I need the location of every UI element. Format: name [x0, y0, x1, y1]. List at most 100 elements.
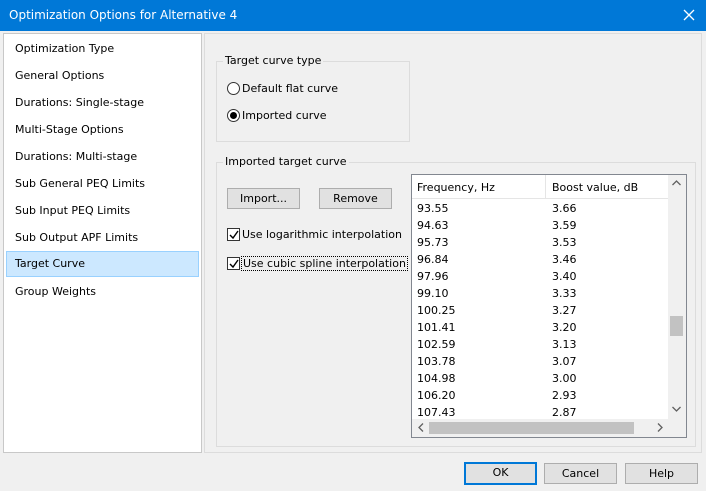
boost-cell: 3.27	[552, 304, 577, 317]
sidebar-item-sub-output-apf-limits[interactable]: Sub Output APF Limits	[6, 225, 199, 251]
radio-unchecked-icon	[227, 82, 240, 95]
table-row[interactable]: 102.59 3.13	[412, 336, 668, 353]
group-legend: Imported target curve	[223, 155, 349, 168]
table-row[interactable]: 104.98 3.00	[412, 370, 668, 387]
radio-label: Default flat curve	[242, 82, 338, 95]
column-header-boost[interactable]: Boost value, dB	[552, 181, 638, 194]
sidebar-item-label: Target Curve	[15, 257, 85, 270]
target-curve-table[interactable]: Frequency, Hz Boost value, dB 93.55 3.66 …	[411, 174, 687, 438]
default-flat-curve-radio[interactable]: Default flat curve	[227, 81, 397, 97]
frequency-cell: 97.96	[417, 270, 449, 283]
frequency-cell: 93.55	[417, 202, 449, 215]
frequency-cell: 101.41	[417, 321, 456, 334]
sidebar-item-multi-stage-options[interactable]: Multi-Stage Options	[6, 117, 199, 143]
table-row[interactable]: 107.43 2.87	[412, 404, 668, 417]
frequency-cell: 94.63	[417, 219, 449, 232]
table-body: 93.55 3.66 94.63 3.59 95.73 3.53 96.84 3.46 …	[412, 200, 668, 417]
frequency-cell: 96.84	[417, 253, 449, 266]
scrollbar-corner	[668, 419, 686, 437]
scroll-down-button[interactable]	[668, 401, 685, 418]
sidebar-item-label: Sub General PEQ Limits	[15, 177, 146, 190]
cancel-button-label: Cancel	[561, 467, 600, 480]
frequency-cell: 102.59	[417, 338, 456, 351]
chevron-up-icon	[672, 180, 681, 186]
remove-button[interactable]: Remove	[319, 188, 392, 209]
radio-label: Imported curve	[242, 109, 327, 122]
table-row[interactable]: 94.63 3.59	[412, 217, 668, 234]
boost-cell: 3.59	[552, 219, 577, 232]
import-button-label: Import...	[240, 192, 287, 205]
sidebar-item-sub-general-peq-limits[interactable]: Sub General PEQ Limits	[6, 171, 199, 197]
frequency-cell: 99.10	[417, 287, 449, 300]
cubic-spline-interpolation-checkbox[interactable]: Use cubic spline interpolation	[227, 256, 408, 273]
boost-cell: 3.33	[552, 287, 577, 300]
table-row[interactable]: 103.78 3.07	[412, 353, 668, 370]
boost-cell: 2.87	[552, 406, 577, 417]
horizontal-scroll-thumb[interactable]	[429, 422, 634, 434]
horizontal-scrollbar[interactable]	[412, 419, 668, 437]
ok-button[interactable]: OK	[464, 462, 537, 485]
sidebar-item-target-curve[interactable]: Target Curve	[6, 251, 199, 277]
frequency-cell: 95.73	[417, 236, 449, 249]
table-row[interactable]: 106.20 2.93	[412, 387, 668, 404]
boost-cell: 3.53	[552, 236, 577, 249]
vertical-scrollbar[interactable]	[668, 175, 686, 419]
frequency-cell: 104.98	[417, 372, 456, 385]
vertical-scroll-thumb[interactable]	[670, 316, 683, 336]
sidebar-item-durations-single-stage[interactable]: Durations: Single-stage	[6, 90, 199, 116]
close-button[interactable]	[672, 0, 706, 31]
checkbox-label: Use logarithmic interpolation	[242, 228, 402, 241]
boost-cell: 3.00	[552, 372, 577, 385]
radio-checked-icon	[227, 109, 240, 122]
table-row[interactable]: 96.84 3.46	[412, 251, 668, 268]
help-button[interactable]: Help	[625, 463, 698, 484]
table-header: Frequency, Hz Boost value, dB	[412, 175, 668, 199]
options-sidebar: Optimization Type General Options Durati…	[3, 33, 202, 453]
group-legend: Target curve type	[223, 54, 324, 67]
sidebar-item-label: Multi-Stage Options	[15, 123, 124, 136]
sidebar-item-label: Group Weights	[15, 285, 97, 298]
sidebar-item-label: Sub Output APF Limits	[15, 231, 139, 244]
boost-cell: 3.13	[552, 338, 577, 351]
boost-cell: 3.07	[552, 355, 577, 368]
window-title: Optimization Options for Alternative 4	[9, 8, 238, 22]
frequency-cell: 100.25	[417, 304, 456, 317]
table-row[interactable]: 100.25 3.27	[412, 302, 668, 319]
cancel-button[interactable]: Cancel	[544, 463, 617, 484]
table-row[interactable]: 99.10 3.33	[412, 285, 668, 302]
table-row[interactable]: 95.73 3.53	[412, 234, 668, 251]
table-row[interactable]: 93.55 3.66	[412, 200, 668, 217]
chevron-right-icon	[657, 423, 663, 432]
sidebar-item-label: Durations: Single-stage	[15, 96, 145, 109]
chevron-down-icon	[672, 406, 681, 412]
table-row[interactable]: 97.96 3.40	[412, 268, 668, 285]
frequency-cell: 106.20	[417, 389, 456, 402]
scroll-left-button[interactable]	[412, 419, 429, 436]
sidebar-item-label: Durations: Multi-stage	[15, 150, 138, 163]
sidebar-item-sub-input-peq-limits[interactable]: Sub Input PEQ Limits	[6, 198, 199, 224]
boost-cell: 2.93	[552, 389, 577, 402]
sidebar-item-optimization-type[interactable]: Optimization Type	[6, 36, 199, 62]
checkbox-label: Use cubic spline interpolation	[241, 256, 408, 271]
sidebar-item-label: General Options	[15, 69, 105, 82]
boost-cell: 3.20	[552, 321, 577, 334]
sidebar-item-durations-multi-stage[interactable]: Durations: Multi-stage	[6, 144, 199, 170]
target-curve-panel: Target curve type Default flat curve Imp…	[204, 33, 702, 453]
import-button[interactable]: Import...	[227, 188, 300, 209]
column-header-frequency[interactable]: Frequency, Hz	[417, 181, 495, 194]
help-button-label: Help	[648, 467, 675, 480]
logarithmic-interpolation-checkbox[interactable]: Use logarithmic interpolation	[227, 227, 402, 244]
checkbox-checked-icon	[227, 228, 240, 241]
sidebar-item-general-options[interactable]: General Options	[6, 63, 199, 89]
scroll-right-button[interactable]	[651, 419, 668, 436]
frequency-cell: 103.78	[417, 355, 456, 368]
sidebar-item-group-weights[interactable]: Group Weights	[6, 279, 199, 305]
scroll-up-button[interactable]	[668, 175, 685, 192]
imported-curve-radio[interactable]: Imported curve	[227, 108, 397, 124]
boost-cell: 3.46	[552, 253, 577, 266]
checkbox-checked-icon	[227, 257, 240, 270]
sidebar-item-label: Sub Input PEQ Limits	[15, 204, 131, 217]
ok-button-label: OK	[492, 466, 509, 479]
table-row[interactable]: 101.41 3.20	[412, 319, 668, 336]
remove-button-label: Remove	[333, 192, 378, 205]
